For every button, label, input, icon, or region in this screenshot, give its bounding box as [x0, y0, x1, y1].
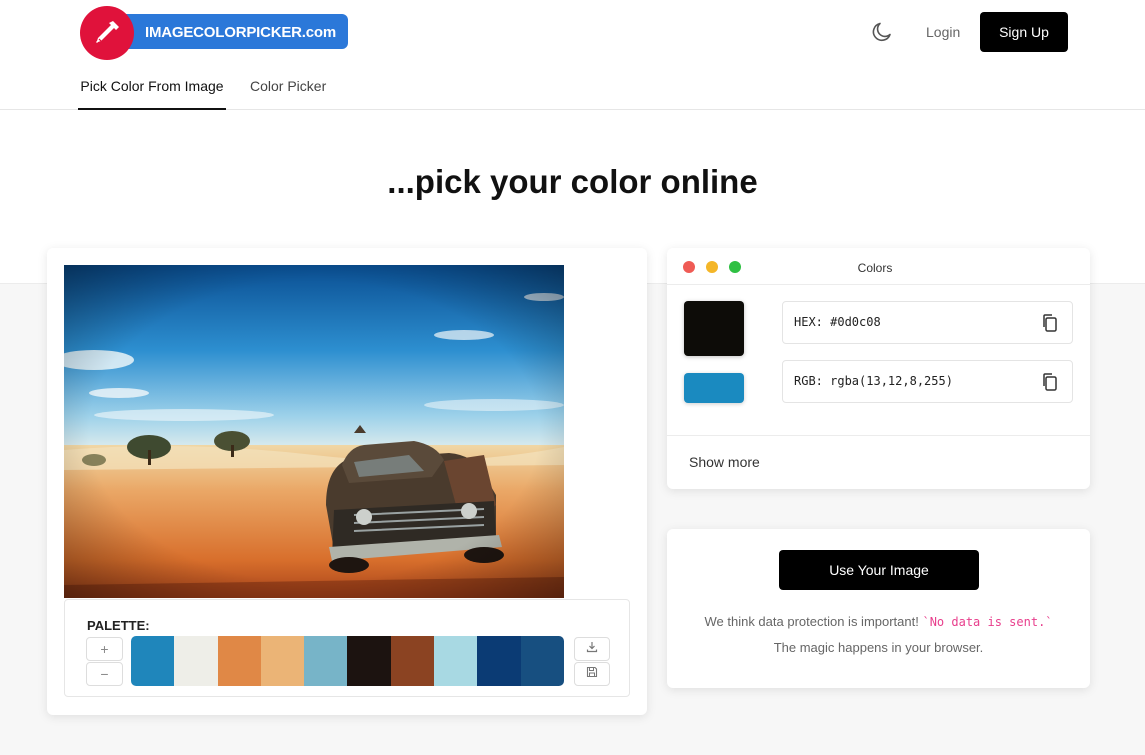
image-card: PALETTE: + −	[47, 248, 647, 715]
divider	[667, 284, 1090, 285]
save-icon	[586, 665, 598, 683]
palette-swatch-3[interactable]	[217, 636, 261, 686]
eyedropper-logo-icon	[80, 6, 134, 60]
save-palette-button[interactable]	[574, 662, 610, 686]
palette-swatch-1[interactable]	[131, 636, 175, 686]
colors-panel: Colors HEX: #0d0c08 RGB: rgba(13,12,8,25…	[667, 248, 1090, 489]
palette-panel: PALETTE: + −	[64, 599, 630, 697]
palette-swatch-5[interactable]	[304, 636, 348, 686]
palette-swatch-10[interactable]	[520, 636, 564, 686]
source-image[interactable]	[64, 265, 564, 598]
download-button[interactable]	[574, 637, 610, 661]
secondary-color-swatch[interactable]	[684, 373, 744, 403]
privacy-text-2: The magic happens in your browser.	[773, 640, 984, 655]
tab-pick-color-from-image[interactable]: Pick Color From Image	[78, 78, 226, 110]
palette-swatch-7[interactable]	[390, 636, 435, 686]
zoom-out-button[interactable]: −	[86, 662, 123, 686]
upload-panel: Use Your Image We think data protection …	[667, 529, 1090, 688]
hex-value-field[interactable]: HEX: #0d0c08	[782, 301, 1073, 344]
login-link[interactable]: Login	[926, 24, 960, 40]
palette-swatch-9[interactable]	[477, 636, 521, 686]
signup-button[interactable]: Sign Up	[980, 12, 1068, 52]
use-your-image-button[interactable]: Use Your Image	[779, 550, 979, 590]
show-more-link[interactable]: Show more	[689, 454, 760, 470]
rgb-value-field[interactable]: RGB: rgba(13,12,8,255)	[782, 360, 1073, 403]
palette-swatch-8[interactable]	[434, 636, 478, 686]
colors-panel-title: Colors	[857, 261, 893, 275]
moon-icon[interactable]	[870, 20, 894, 44]
download-icon	[586, 640, 598, 658]
page-title: ...pick your color online	[387, 163, 758, 200]
privacy-note: We think data protection is important! `…	[697, 609, 1060, 660]
tab-color-picker[interactable]: Color Picker	[250, 78, 326, 94]
privacy-text-1: We think data protection is important!	[704, 614, 923, 629]
privacy-code: `No data is sent.`	[922, 615, 1053, 629]
site-header: IMAGECOLORPICKER.com Login Sign Up Pick …	[0, 0, 1145, 110]
copy-rgb-icon[interactable]	[1040, 371, 1060, 393]
logo-text: IMAGECOLORPICKER.com	[145, 24, 337, 41]
palette-swatches	[131, 636, 564, 686]
palette-label: PALETTE:	[87, 618, 150, 633]
copy-hex-icon[interactable]	[1040, 312, 1060, 334]
palette-swatch-4[interactable]	[260, 636, 305, 686]
palette-swatch-2[interactable]	[174, 636, 218, 686]
divider	[667, 435, 1090, 436]
hex-value: HEX: #0d0c08	[794, 315, 881, 329]
palette-swatch-6[interactable]	[347, 636, 391, 686]
zoom-in-button[interactable]: +	[86, 637, 123, 661]
rgb-value: RGB: rgba(13,12,8,255)	[794, 374, 953, 388]
selected-color-swatch	[684, 301, 744, 356]
